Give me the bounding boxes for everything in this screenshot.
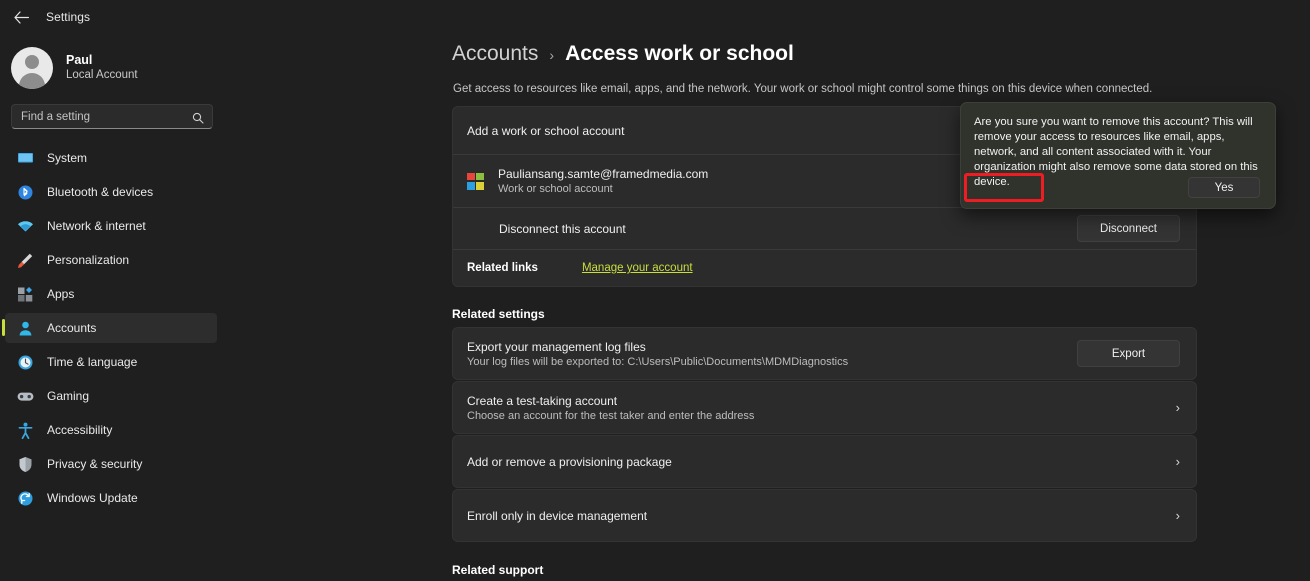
search-container: Find a setting xyxy=(0,94,225,129)
related-settings-heading: Related settings xyxy=(452,307,545,321)
manage-your-account-link[interactable]: Manage your account xyxy=(582,262,693,274)
sidebar-nav: System Bluetooth & devices Network & int… xyxy=(0,143,225,513)
sidebar-item-apps[interactable]: Apps xyxy=(5,279,217,309)
device-management-title: Enroll only in device management xyxy=(467,508,648,523)
page-title: Access work or school xyxy=(565,42,794,65)
apps-icon xyxy=(17,286,34,303)
sidebar: Paul Local Account Find a setting System… xyxy=(0,34,225,581)
sidebar-item-label: Accessibility xyxy=(47,423,113,437)
title-bar: Settings xyxy=(0,0,1310,34)
sidebar-item-label: Time & language xyxy=(47,355,138,369)
account-type: Work or school account xyxy=(498,183,613,195)
accessibility-icon xyxy=(17,422,34,439)
sidebar-item-label: Windows Update xyxy=(47,491,138,505)
sidebar-item-system[interactable]: System xyxy=(5,143,217,173)
windows-update-icon xyxy=(17,490,34,507)
search-placeholder: Find a setting xyxy=(21,110,91,123)
personalization-icon xyxy=(17,252,34,269)
account-email: Pauliansang.samte@framedmedia.com xyxy=(498,167,709,181)
export-logs-subtitle: Your log files will be exported to: C:\U… xyxy=(467,355,849,368)
test-taking-title: Create a test-taking account xyxy=(467,393,618,408)
time-language-icon xyxy=(17,354,34,371)
yes-button[interactable]: Yes xyxy=(1188,177,1260,198)
remove-account-confirmation-dialog: Are you sure you want to remove this acc… xyxy=(960,102,1276,209)
add-account-label: Add a work or school account xyxy=(467,123,625,138)
microsoft-logo-icon xyxy=(467,172,484,190)
sidebar-item-network-internet[interactable]: Network & internet xyxy=(5,211,217,241)
bluetooth-icon xyxy=(17,184,34,201)
related-support-heading: Related support xyxy=(452,563,544,577)
window-title: Settings xyxy=(46,10,91,24)
system-icon xyxy=(17,150,34,167)
breadcrumb-separator-icon: › xyxy=(549,47,555,63)
user-profile[interactable]: Paul Local Account xyxy=(0,34,225,94)
sidebar-item-bluetooth-devices[interactable]: Bluetooth & devices xyxy=(5,177,217,207)
export-logs-title: Export your management log files xyxy=(467,339,646,354)
sidebar-item-accessibility[interactable]: Accessibility xyxy=(5,415,217,445)
disconnect-row: Disconnect this account Disconnect xyxy=(453,207,1196,249)
device-management-card[interactable]: Enroll only in device management › xyxy=(452,489,1197,542)
sidebar-item-accounts[interactable]: Accounts xyxy=(2,313,217,343)
sidebar-item-windows-update[interactable]: Windows Update xyxy=(5,483,217,513)
sidebar-item-label: System xyxy=(47,151,88,165)
related-links-row: Related links Manage your account xyxy=(453,249,1196,286)
sidebar-item-label: Network & internet xyxy=(47,219,146,233)
disconnect-label: Disconnect this account xyxy=(499,221,626,236)
person-avatar-icon xyxy=(11,46,53,89)
sidebar-item-personalization[interactable]: Personalization xyxy=(5,245,217,275)
provisioning-title: Add or remove a provisioning package xyxy=(467,454,672,469)
related-links-label: Related links xyxy=(467,262,538,274)
export-logs-card[interactable]: Export your management log files Your lo… xyxy=(452,327,1197,380)
disconnect-button[interactable]: Disconnect xyxy=(1077,215,1180,242)
sidebar-item-label: Gaming xyxy=(47,389,90,403)
sidebar-item-label: Privacy & security xyxy=(47,457,143,471)
sidebar-item-label: Accounts xyxy=(47,321,97,335)
main-content: Accounts › Access work or school Get acc… xyxy=(225,34,1310,581)
accounts-icon xyxy=(17,320,34,337)
page-description: Get access to resources like email, apps… xyxy=(453,83,1153,95)
test-taking-account-card[interactable]: Create a test-taking account Choose an a… xyxy=(452,381,1197,434)
sidebar-item-label: Apps xyxy=(47,287,75,301)
back-arrow-icon[interactable] xyxy=(10,6,32,28)
sidebar-item-gaming[interactable]: Gaming xyxy=(5,381,217,411)
sidebar-item-privacy-security[interactable]: Privacy & security xyxy=(5,449,217,479)
privacy-security-icon xyxy=(17,456,34,473)
breadcrumb: Accounts › Access work or school xyxy=(452,42,794,66)
test-taking-subtitle: Choose an account for the test taker and… xyxy=(467,409,755,422)
sidebar-item-label: Bluetooth & devices xyxy=(47,185,154,199)
profile-subtitle: Local Account xyxy=(66,69,138,81)
settings-window: Settings Paul Local Account Find a setti… xyxy=(0,0,1310,581)
profile-name: Paul xyxy=(66,53,93,67)
gaming-icon xyxy=(17,388,34,405)
search-icon xyxy=(192,111,204,124)
breadcrumb-parent[interactable]: Accounts xyxy=(452,42,538,66)
sidebar-item-time-language[interactable]: Time & language xyxy=(5,347,217,377)
chevron-right-icon: › xyxy=(1175,400,1180,415)
sidebar-item-label: Personalization xyxy=(47,253,130,267)
chevron-right-icon: › xyxy=(1175,508,1180,523)
chevron-right-icon: › xyxy=(1175,454,1180,469)
search-input[interactable]: Find a setting xyxy=(11,104,213,129)
provisioning-package-card[interactable]: Add or remove a provisioning package › xyxy=(452,435,1197,488)
dialog-actions: Yes xyxy=(1188,177,1260,198)
export-button[interactable]: Export xyxy=(1077,340,1180,367)
network-icon xyxy=(17,218,34,235)
